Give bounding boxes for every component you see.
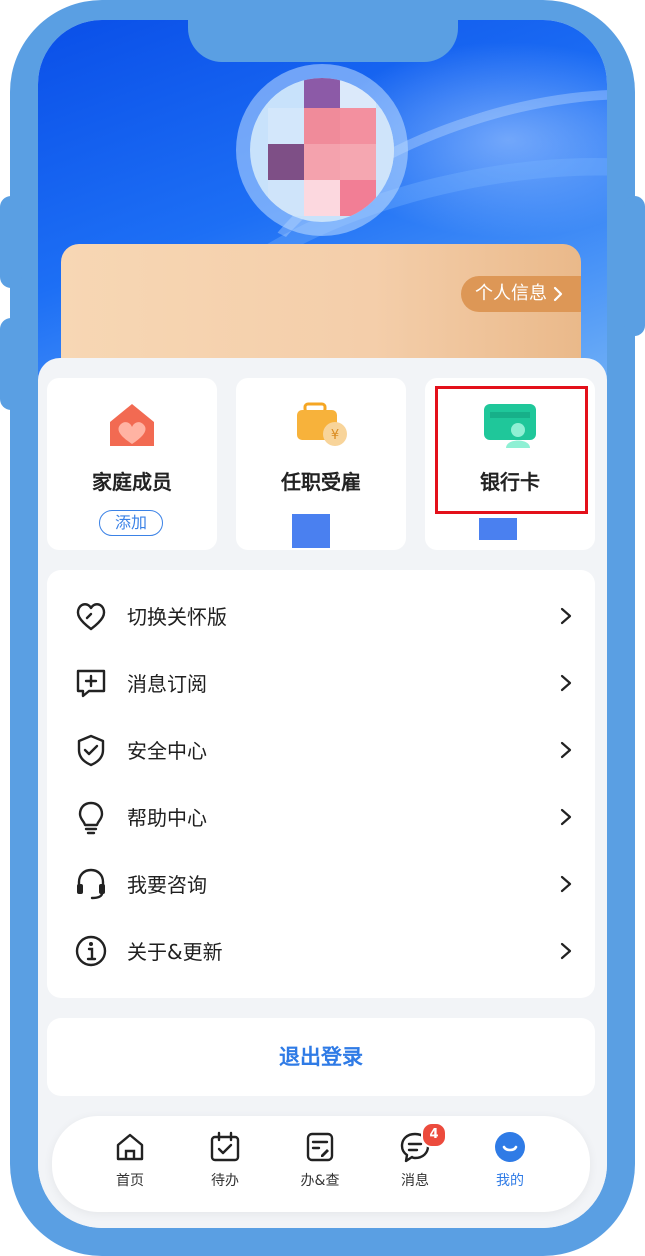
menu-item-label: 切换关怀版 [127, 605, 227, 629]
highlight-box [435, 386, 588, 514]
chevron-right-icon [560, 741, 572, 758]
lightbulb-icon [78, 801, 104, 834]
tab-handle-query[interactable]: 办&查 [288, 1130, 352, 1200]
menu-item-label: 帮助中心 [127, 806, 207, 830]
message-add-icon [76, 669, 106, 697]
redacted-block [292, 514, 330, 548]
shield-check-icon [77, 734, 105, 766]
menu-item-message-subscription[interactable]: 消息订阅 [47, 649, 595, 716]
chevron-right-icon [560, 607, 572, 624]
menu-item-security-center[interactable]: 安全中心 [47, 716, 595, 783]
redacted-block [479, 518, 517, 540]
settings-menu: 切换关怀版 消息订阅 安全中心 帮助中心 我要咨询 关于&更新 [47, 570, 595, 998]
menu-item-help-center[interactable]: 帮助中心 [47, 783, 595, 850]
logout-button[interactable]: 退出登录 [47, 1018, 595, 1096]
menu-item-label: 关于&更新 [127, 940, 223, 964]
menu-item-label: 安全中心 [127, 739, 207, 763]
svg-text:¥: ¥ [331, 428, 339, 443]
menu-item-consult[interactable]: 我要咨询 [47, 850, 595, 917]
tab-label: 我的 [496, 1173, 524, 1189]
unread-badge: 4 [421, 1122, 447, 1148]
menu-item-label: 我要咨询 [127, 873, 207, 897]
phone-notch [188, 20, 458, 62]
document-edit-icon [306, 1132, 334, 1162]
menu-item-label: 消息订阅 [127, 672, 207, 696]
tab-label: 消息 [401, 1173, 429, 1189]
info-icon [75, 935, 107, 966]
heart-icon [76, 602, 106, 630]
bottom-tab-bar: 首页 待办 办&查 4 消息 我的 [52, 1116, 590, 1212]
tab-label: 待办 [211, 1173, 239, 1189]
tab-home[interactable]: 首页 [98, 1130, 162, 1200]
chevron-right-icon [560, 674, 572, 691]
tile-title: 任职受雇 [281, 470, 361, 494]
tab-mine[interactable]: 我的 [478, 1130, 542, 1200]
chevron-right-icon [560, 875, 572, 892]
avatar-image [250, 78, 394, 222]
tile-family-members[interactable]: 家庭成员 添加 [47, 378, 217, 550]
personal-info-link[interactable]: 个人信息 [461, 276, 581, 312]
chevron-right-icon [553, 286, 563, 302]
profile-smile-icon [495, 1132, 525, 1162]
tab-todo[interactable]: 待办 [193, 1130, 257, 1200]
home-icon [116, 1133, 144, 1161]
tile-title: 家庭成员 [92, 470, 172, 494]
add-family-button[interactable]: 添加 [99, 510, 163, 536]
personal-info-label: 个人信息 [475, 283, 547, 304]
tab-label: 办&查 [300, 1173, 340, 1189]
phone-side-button [624, 196, 645, 336]
phone-side-button [0, 318, 22, 410]
chevron-right-icon [560, 942, 572, 959]
chevron-right-icon [560, 808, 572, 825]
tile-employment[interactable]: ¥ 任职受雇 [236, 378, 406, 550]
house-heart-icon [110, 404, 154, 446]
phone-side-button [0, 196, 22, 288]
calendar-check-icon [210, 1131, 240, 1162]
tab-label: 首页 [116, 1173, 144, 1189]
headset-icon [77, 868, 105, 899]
briefcase-money-icon: ¥ [297, 402, 347, 446]
avatar[interactable] [236, 64, 408, 236]
menu-item-about-update[interactable]: 关于&更新 [47, 917, 595, 984]
app-screen: 个人信息 家庭成员 添加 ¥ 任职受雇 银行卡 切换关怀版 消息订阅 安全中心 … [38, 20, 607, 1228]
menu-item-care-mode[interactable]: 切换关怀版 [47, 582, 595, 649]
tab-messages[interactable]: 4 消息 [383, 1122, 447, 1200]
